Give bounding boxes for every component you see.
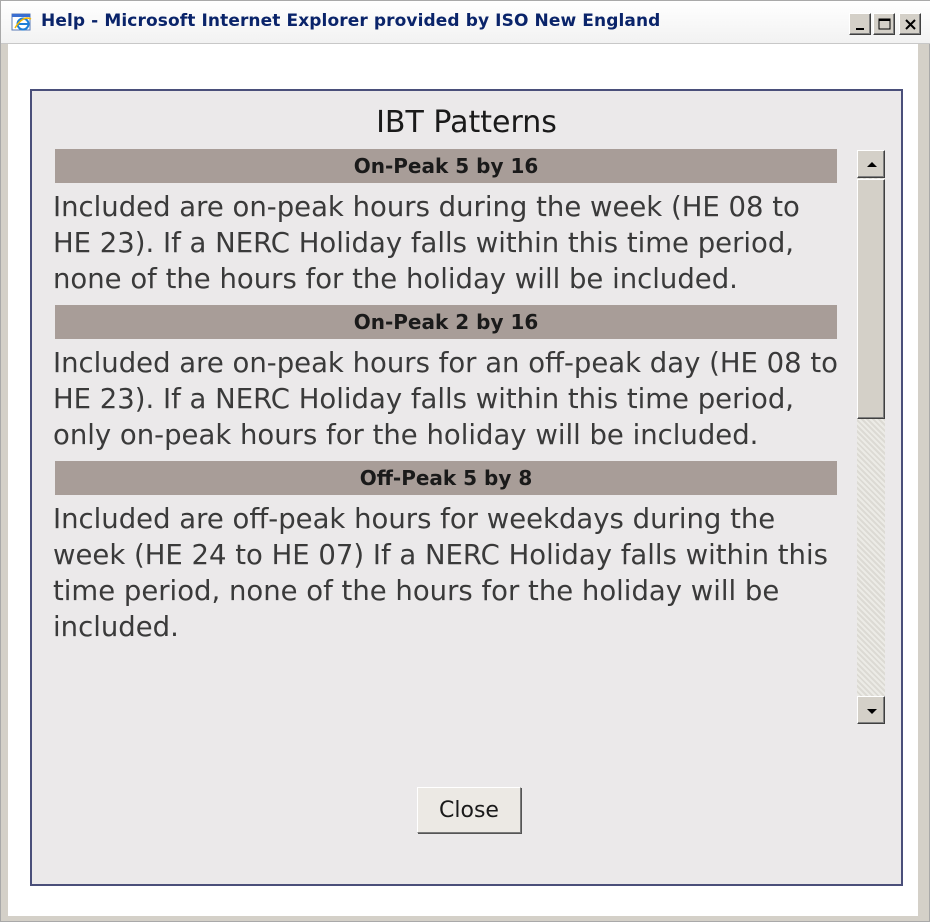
section-header: On-Peak 5 by 16	[55, 149, 837, 183]
close-window-button[interactable]	[899, 13, 921, 35]
scroll-down-button[interactable]	[857, 696, 885, 724]
vertical-scrollbar[interactable]	[857, 150, 885, 724]
section-header: Off-Peak 5 by 8	[55, 461, 837, 495]
scroll-up-button[interactable]	[857, 150, 885, 178]
ie-icon	[11, 13, 32, 31]
minimize-icon	[856, 28, 864, 30]
help-content[interactable]: On-Peak 5 by 16 Included are on-peak hou…	[49, 149, 839, 721]
section-body: Included are off-peak hours for weekdays…	[53, 503, 828, 643]
window-title: Help - Microsoft Internet Explorer provi…	[41, 11, 661, 31]
section-body: Included are on-peak hours during the we…	[53, 191, 800, 295]
help-panel: IBT Patterns On-Peak 5 by 16 Included ar…	[30, 89, 903, 886]
minimize-button[interactable]	[849, 13, 871, 35]
close-icon	[905, 19, 916, 30]
scroll-up-arrow-icon	[867, 162, 877, 167]
panel-title: IBT Patterns	[376, 105, 557, 140]
section-body: Included are on-peak hours for an off-pe…	[53, 347, 838, 451]
close-button[interactable]: Close	[417, 787, 521, 833]
scroll-down-arrow-icon	[867, 709, 877, 714]
maximize-button[interactable]	[873, 13, 895, 35]
help-window: Help - Microsoft Internet Explorer provi…	[0, 0, 930, 922]
title-bar[interactable]: Help - Microsoft Internet Explorer provi…	[1, 1, 930, 44]
maximize-icon	[878, 18, 891, 30]
client-area: IBT Patterns On-Peak 5 by 16 Included ar…	[8, 44, 918, 916]
section-header: On-Peak 2 by 16	[55, 305, 837, 339]
scroll-thumb[interactable]	[857, 179, 885, 419]
